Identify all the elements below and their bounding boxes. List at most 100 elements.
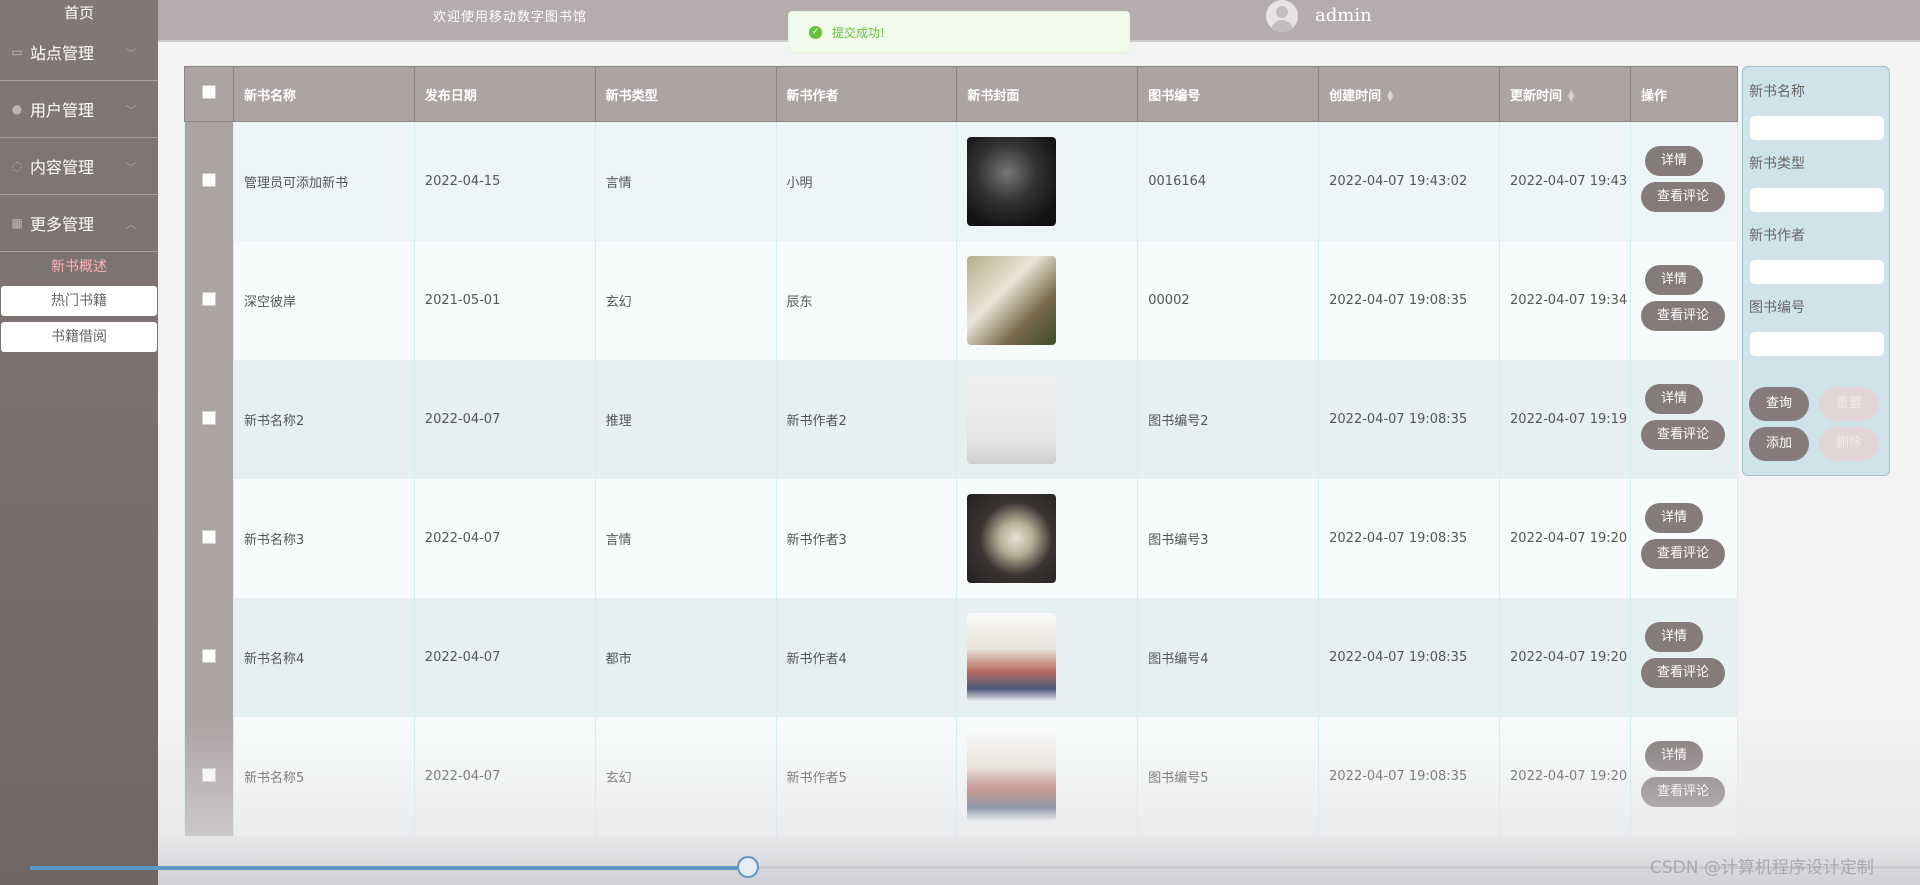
cell-updated: 2022-04-07 19:19	[1499, 360, 1632, 479]
cell-author: 新书作者4	[775, 598, 958, 717]
col-name: 新书名称	[232, 66, 415, 122]
success-toast: ✓ 提交成功!	[788, 11, 1130, 53]
sidebar-menu-content[interactable]: ◌ 内容管理 ﹀	[0, 138, 158, 195]
cell-actions: 详情 查看评论	[1630, 598, 1738, 717]
table-row: 新书名称4 2022-04-07 都市 新书作者4 图书编号4 2022-04-…	[184, 598, 1738, 717]
toast-message: 提交成功!	[832, 25, 885, 40]
table-row: 新书名称3 2022-04-07 言情 新书作者3 图书编号3 2022-04-…	[184, 479, 1738, 598]
cell-date: 2022-04-07	[413, 360, 596, 479]
avatar[interactable]	[1266, 0, 1298, 32]
view-comments-button[interactable]: 查看评论	[1641, 420, 1726, 450]
view-comments-button[interactable]: 查看评论	[1641, 182, 1726, 212]
row-checkbox[interactable]	[201, 648, 216, 663]
search-panel: 新书名称 新书类型 新书作者 图书编号 查询 重置 添加 删除	[1742, 66, 1890, 476]
cell-author: 新书作者2	[775, 360, 958, 479]
cell-updated: 2022-04-07 19:34	[1499, 241, 1632, 360]
row-checkbox[interactable]	[201, 291, 216, 306]
sidebar-menu-label: 站点管理	[30, 44, 95, 63]
user-icon: ●	[11, 102, 23, 116]
cell-author: 小明	[775, 121, 958, 241]
cell-number: 0016164	[1137, 121, 1320, 241]
row-checkbox[interactable]	[201, 172, 216, 187]
sidebar-menu-more[interactable]: ▦ 更多管理 ︿	[0, 195, 158, 252]
cell-updated: 2022-04-07 19:20	[1499, 479, 1632, 598]
cell-date: 2022-04-07	[413, 717, 596, 836]
col-cover: 新书封面	[956, 66, 1139, 122]
video-progress-knob[interactable]	[737, 856, 759, 878]
view-comments-button[interactable]: 查看评论	[1641, 301, 1726, 331]
cell-name: 新书名称4	[232, 598, 415, 717]
row-checkbox[interactable]	[201, 410, 216, 425]
username[interactable]: admin	[1315, 5, 1372, 26]
book-cover-image[interactable]	[967, 137, 1057, 226]
book-cover-image[interactable]	[967, 256, 1057, 345]
cell-type: 玄幻	[594, 241, 777, 360]
cell-updated: 2022-04-07 19:20	[1499, 717, 1632, 836]
sidebar-menu-label: 用户管理	[30, 101, 95, 120]
sidebar-sub-hot-books[interactable]: 热门书籍	[1, 286, 157, 316]
view-comments-button[interactable]: 查看评论	[1641, 658, 1726, 688]
view-comments-button[interactable]: 查看评论	[1641, 777, 1726, 807]
detail-button[interactable]: 详情	[1645, 146, 1704, 176]
sort-icon[interactable]: ▲ ▼	[1387, 89, 1393, 103]
reset-button[interactable]: 重置	[1819, 387, 1879, 421]
table-row: 管理员可添加新书 2022-04-15 言情 小明 0016164 2022-0…	[184, 121, 1738, 241]
cell-date: 2021-05-01	[413, 241, 596, 360]
watermark: CSDN @计算机程序设计定制	[1650, 858, 1874, 878]
query-button[interactable]: 查询	[1749, 387, 1809, 421]
cell-name: 管理员可添加新书	[232, 121, 415, 241]
view-comments-button[interactable]: 查看评论	[1641, 539, 1726, 569]
cell-type: 玄幻	[594, 717, 777, 836]
cell-type: 言情	[594, 121, 777, 241]
chevron-down-icon: ﹀	[126, 48, 136, 60]
row-checkbox[interactable]	[201, 529, 216, 544]
cell-actions: 详情 查看评论	[1630, 241, 1738, 360]
sidebar-sub-new-books[interactable]: 新书概述	[0, 252, 158, 282]
sort-icon[interactable]: ▲ ▼	[1568, 89, 1574, 103]
cell-created: 2022-04-07 19:08:35	[1318, 360, 1501, 479]
detail-button[interactable]: 详情	[1645, 503, 1704, 533]
detail-button[interactable]: 详情	[1645, 265, 1704, 295]
chevron-down-icon: ﹀	[126, 162, 136, 174]
add-button[interactable]: 添加	[1749, 427, 1809, 461]
cell-type: 都市	[594, 598, 777, 717]
cell-cover	[956, 717, 1139, 836]
cell-author: 辰东	[775, 241, 958, 360]
search-label-type: 新书类型	[1749, 156, 1805, 172]
row-checkbox[interactable]	[201, 767, 216, 782]
col-author: 新书作者	[775, 66, 958, 122]
cell-number: 图书编号3	[1137, 479, 1320, 598]
search-input-type[interactable]	[1749, 187, 1885, 213]
cell-date: 2022-04-07	[413, 598, 596, 717]
col-type: 新书类型	[594, 66, 777, 122]
delete-button[interactable]: 删除	[1819, 427, 1879, 461]
check-circle-icon: ✓	[809, 25, 822, 39]
search-input-name[interactable]	[1749, 115, 1885, 141]
row-select-cell	[184, 479, 234, 598]
detail-button[interactable]: 详情	[1645, 384, 1704, 414]
cell-updated: 2022-04-07 19:20	[1499, 598, 1632, 717]
book-cover-image[interactable]	[967, 375, 1057, 464]
cell-created: 2022-04-07 19:08:35	[1318, 717, 1501, 836]
monitor-icon: ▭	[11, 45, 23, 59]
detail-button[interactable]: 详情	[1645, 741, 1704, 771]
welcome-text: 欢迎使用移动数字图书馆	[433, 10, 588, 25]
col-updated[interactable]: 更新时间 ▲ ▼	[1499, 66, 1632, 122]
sidebar-menu-site[interactable]: ▭ 站点管理 ﹀	[0, 24, 158, 81]
sidebar-menu-users[interactable]: ● 用户管理 ﹀	[0, 81, 158, 138]
sidebar-menu-label: 内容管理	[30, 158, 95, 177]
search-input-number[interactable]	[1749, 331, 1885, 357]
sidebar-home[interactable]: 首页	[0, 0, 158, 24]
row-select-cell	[184, 121, 234, 241]
book-cover-image[interactable]	[967, 494, 1057, 583]
select-all-checkbox[interactable]	[201, 85, 216, 99]
book-cover-image[interactable]	[967, 732, 1057, 821]
sidebar-sub-borrow[interactable]: 书籍借阅	[1, 322, 157, 352]
detail-button[interactable]: 详情	[1645, 622, 1704, 652]
search-input-author[interactable]	[1749, 259, 1885, 285]
book-cover-image[interactable]	[967, 613, 1057, 702]
video-progress-fill	[30, 866, 748, 870]
col-created[interactable]: 创建时间 ▲ ▼	[1318, 66, 1501, 122]
cell-date: 2022-04-15	[413, 121, 596, 241]
col-number: 图书编号	[1137, 66, 1320, 122]
